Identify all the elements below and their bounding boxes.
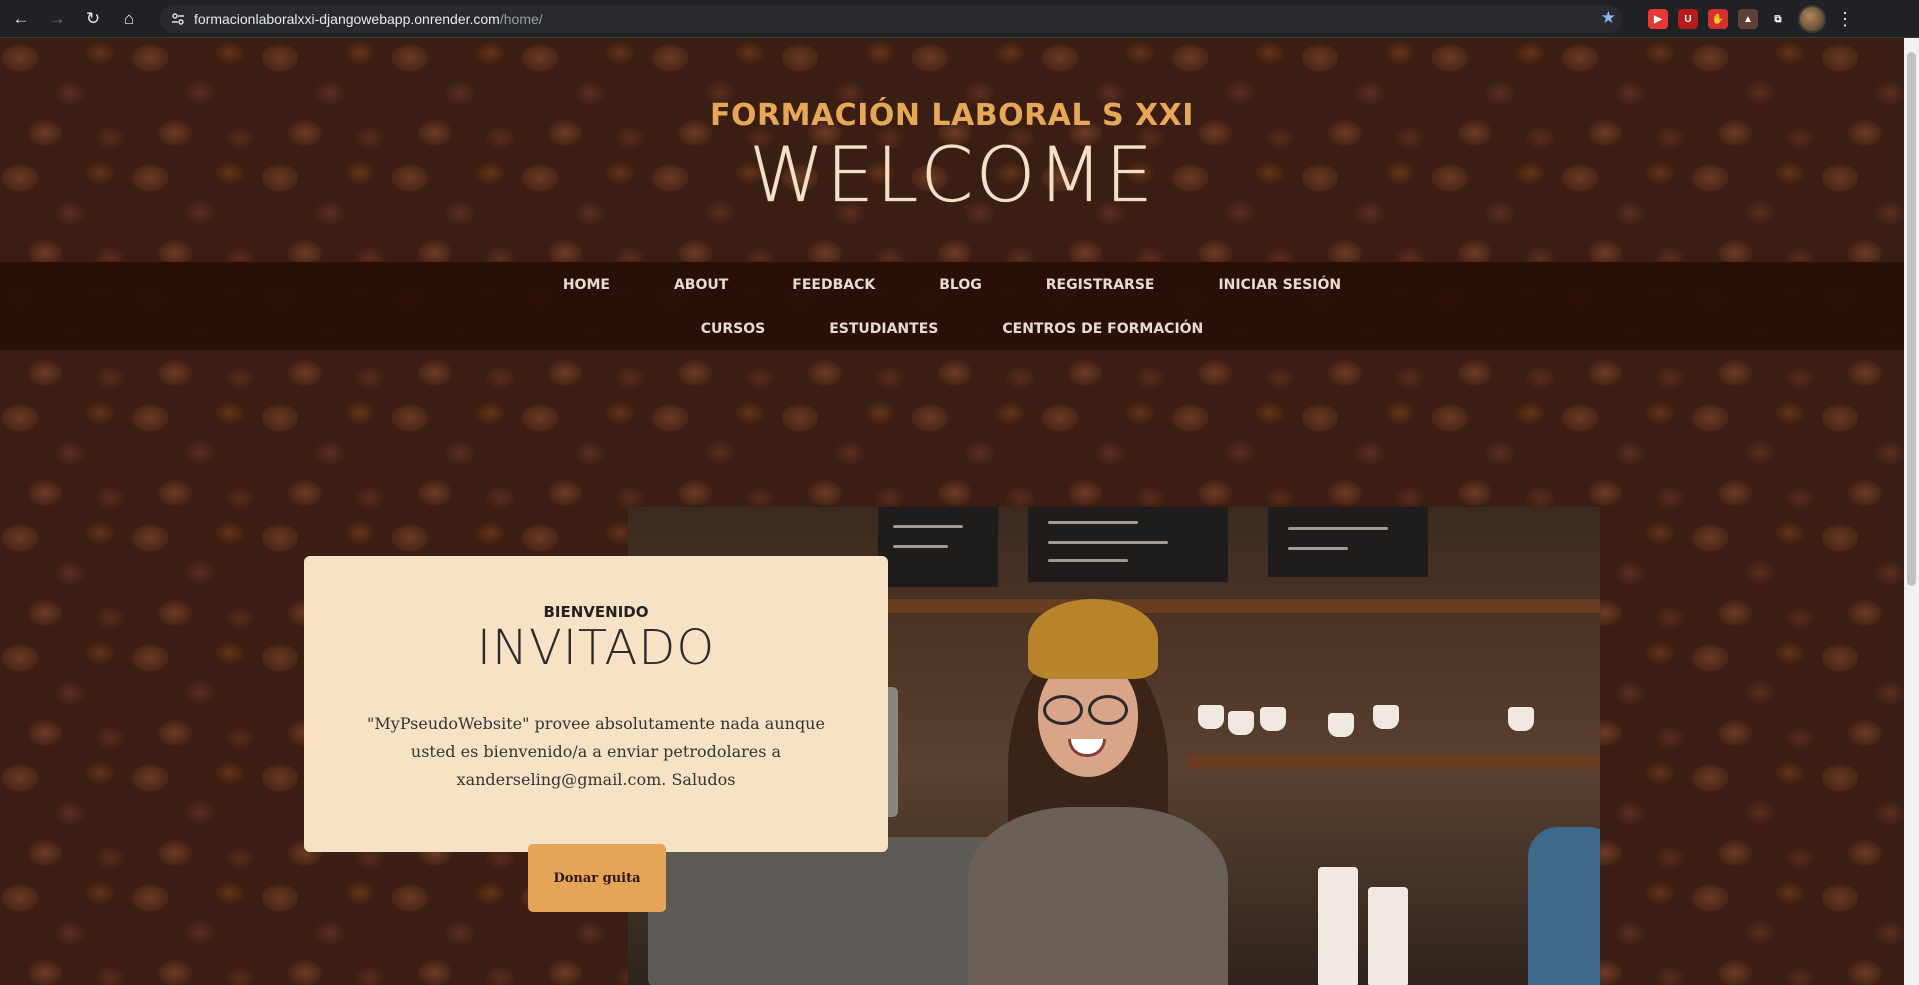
home-icon[interactable]: ⌂ xyxy=(114,4,144,34)
profile-avatar[interactable] xyxy=(1798,5,1826,33)
nav-link-home[interactable]: HOME xyxy=(531,276,642,294)
puzzle-icon[interactable]: ⧉ xyxy=(1768,9,1788,29)
bookmark-star-icon[interactable]: ★ xyxy=(1601,8,1616,28)
nav-link-blog[interactable]: BLOG xyxy=(907,276,1014,294)
arrow-ext-icon[interactable]: ▲ xyxy=(1738,9,1758,29)
site-info-icon[interactable] xyxy=(168,9,188,29)
page: FORMACIÓN LABORAL S XXI WELCOME HOME ABOU… xyxy=(0,38,1904,985)
hand-ext-icon[interactable]: ✋ xyxy=(1708,9,1728,29)
reload-icon[interactable]: ↻ xyxy=(78,4,108,34)
browser-toolbar: ← → ↻ ⌂ formacionlaboralxxi-djangowebapp… xyxy=(0,0,1919,38)
browser-menu-icon[interactable]: ⋮ xyxy=(1836,9,1854,30)
nav-link-registrarse[interactable]: REGISTRARSE xyxy=(1014,276,1187,294)
nav-row-1: HOME ABOUT FEEDBACK BLOG REGISTRARSE INICIAR … xyxy=(0,276,1904,294)
forward-icon[interactable]: → xyxy=(42,4,72,34)
scrollbar-thumb[interactable] xyxy=(1907,52,1916,586)
nav-link-about[interactable]: ABOUT xyxy=(642,276,760,294)
back-icon[interactable]: ← xyxy=(6,4,36,34)
card-kicker: BIENVENIDO xyxy=(543,603,649,621)
nav-link-iniciar-sesi-n[interactable]: INICIAR SESIÓN xyxy=(1186,276,1373,294)
ublock-icon[interactable]: U xyxy=(1678,9,1698,29)
page-scrollbar[interactable] xyxy=(1904,38,1919,985)
url-text: formacionlaboralxxi-djangowebapp.onrende… xyxy=(194,11,543,27)
youtube-ext-icon[interactable]: ▶ xyxy=(1648,9,1668,29)
url-host: formacionlaboralxxi-djangowebapp.onrende… xyxy=(194,11,500,27)
site-title: WELCOME xyxy=(749,130,1155,219)
nav-row-2: CURSOS ESTUDIANTES CENTROS DE FORMACIÓN xyxy=(0,320,1904,338)
address-bar[interactable]: formacionlaboralxxi-djangowebapp.onrende… xyxy=(160,5,1622,33)
site-subtitle: FORMACIÓN LABORAL S XXI xyxy=(710,98,1194,133)
donate-button[interactable]: Donar guita xyxy=(528,844,666,912)
card-description: "MyPseudoWebsite" provee absolutamente n… xyxy=(367,714,825,789)
nav-link-centros-de-formaci-n[interactable]: CENTROS DE FORMACIÓN xyxy=(970,320,1235,338)
nav-link-cursos[interactable]: CURSOS xyxy=(669,320,798,338)
nav-link-feedback[interactable]: FEEDBACK xyxy=(760,276,907,294)
main-navbar: HOME ABOUT FEEDBACK BLOG REGISTRARSE INICIAR … xyxy=(0,262,1904,350)
extensions-area: ▶ U ✋ ▲ ⧉ ⋮ xyxy=(1648,5,1854,33)
site-header: FORMACIÓN LABORAL S XXI WELCOME xyxy=(0,38,1904,262)
welcome-card: BIENVENIDO INVITADO "MyPseudoWebsite" pr… xyxy=(304,556,888,852)
url-path: /home/ xyxy=(499,11,543,27)
card-heading: INVITADO xyxy=(476,620,716,676)
nav-link-estudiantes[interactable]: ESTUDIANTES xyxy=(797,320,970,338)
